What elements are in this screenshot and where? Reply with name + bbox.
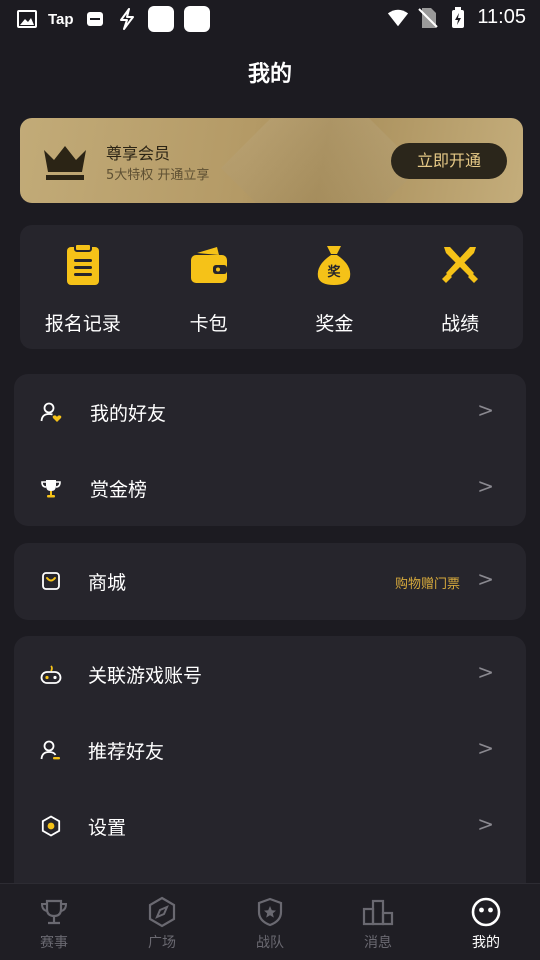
quick-action-card-wallet[interactable]: 卡包 [146, 225, 272, 349]
bottom-tab-bar: 赛事 广场 战队 消息 我的 [0, 883, 540, 960]
smiley-face-icon [471, 897, 501, 927]
compass-icon [148, 896, 176, 928]
settings-icon [41, 815, 61, 837]
tab-label: 我的 [472, 935, 500, 951]
app-notification-icon [147, 6, 174, 32]
menu-item-label: 关联游戏账号 [88, 665, 203, 687]
money-bag-icon: 奖 [318, 246, 351, 285]
tab-label: 战队 [256, 935, 284, 951]
quick-action-record[interactable]: 战绩 [397, 225, 523, 349]
menu-item-shop[interactable]: 商城 购物赠门票 > [14, 543, 526, 619]
quick-actions: 报名记录 卡包 奖 奖金 战绩 [20, 225, 523, 349]
chevron-right-icon: > [477, 398, 494, 422]
menu-item-link-game-account[interactable]: 关联游戏账号 > [14, 636, 526, 712]
shop-bag-icon [42, 572, 60, 590]
quick-action-label: 战绩 [441, 313, 480, 335]
menu-item-label: 我的好友 [90, 403, 167, 425]
wallet-icon [190, 247, 227, 283]
news-app-icon [84, 8, 106, 30]
status-bar-notifications: Tap [16, 6, 210, 32]
svg-text:奖: 奖 [328, 264, 342, 280]
battery-charging-icon [447, 6, 469, 29]
tap-app-icon: Tap [48, 10, 74, 28]
tab-label: 赛事 [40, 935, 68, 951]
wifi-icon [387, 7, 409, 29]
quick-action-label: 卡包 [189, 313, 228, 335]
clock: 11:05 [477, 6, 526, 28]
quick-action-label: 报名记录 [44, 313, 121, 335]
friend-heart-icon [40, 402, 62, 422]
tab-plaza[interactable]: 广场 [108, 884, 216, 960]
chevron-right-icon: > [477, 660, 494, 684]
chevron-right-icon: > [477, 567, 494, 591]
status-bar: Tap 11:05 [0, 0, 540, 40]
podium-icon [362, 899, 394, 926]
menu-item-settings[interactable]: 设置 > [14, 788, 526, 864]
lightning-app-icon [116, 8, 138, 30]
menu-item-label: 赏金榜 [90, 479, 148, 501]
tab-events[interactable]: 赛事 [0, 884, 108, 960]
menu-group-shop: 商城 购物赠门票 > [14, 543, 526, 620]
quick-action-label: 奖金 [315, 313, 354, 335]
menu-item-label: 商城 [88, 572, 127, 594]
gallery-icon [16, 8, 38, 30]
menu-item-label: 设置 [88, 817, 127, 839]
trophy-cup-icon [40, 899, 68, 925]
chevron-right-icon: > [477, 474, 494, 498]
menu-item-recommend-friends[interactable]: 推荐好友 > [14, 712, 526, 788]
crown-icon [44, 146, 86, 180]
tab-mine[interactable]: 我的 [432, 884, 540, 960]
tab-label: 消息 [364, 935, 392, 951]
quick-action-registration[interactable]: 报名记录 [20, 225, 146, 349]
menu-item-label: 推荐好友 [88, 741, 165, 763]
gamepad-icon [40, 665, 62, 684]
tab-team[interactable]: 战队 [216, 884, 324, 960]
member-banner[interactable]: 尊享会员 5大特权 开通立享 立即开通 [20, 118, 523, 203]
shield-star-icon [257, 897, 283, 927]
app-notification-icon [183, 6, 210, 32]
tab-messages[interactable]: 消息 [324, 884, 432, 960]
status-bar-system: 11:05 [387, 6, 526, 29]
banner-subtitle: 5大特权 开通立享 [106, 168, 210, 183]
banner-title: 尊享会员 [106, 144, 171, 163]
clipboard-icon [66, 243, 99, 285]
chevron-right-icon: > [477, 812, 494, 836]
menu-group-social: 我的好友 > 赏金榜 > [14, 374, 526, 526]
chevron-right-icon: > [477, 736, 494, 760]
quick-action-bonus[interactable]: 奖 奖金 [272, 225, 398, 349]
trophy-icon [41, 480, 61, 498]
menu-item-my-friends[interactable]: 我的好友 > [14, 374, 526, 450]
menu-group-account: 关联游戏账号 > 推荐好友 > 设置 > [14, 636, 526, 906]
banner-decoration [221, 118, 419, 203]
page-title: 我的 [247, 62, 292, 87]
crossed-swords-icon [442, 247, 479, 283]
menu-item-bounty-board[interactable]: 赏金榜 > [14, 450, 526, 526]
promo-note: 购物赠门票 [394, 577, 460, 592]
recommend-user-icon [40, 740, 60, 760]
tab-label: 广场 [148, 935, 176, 951]
activate-membership-button[interactable]: 立即开通 [391, 143, 507, 179]
no-sim-icon [417, 7, 439, 29]
